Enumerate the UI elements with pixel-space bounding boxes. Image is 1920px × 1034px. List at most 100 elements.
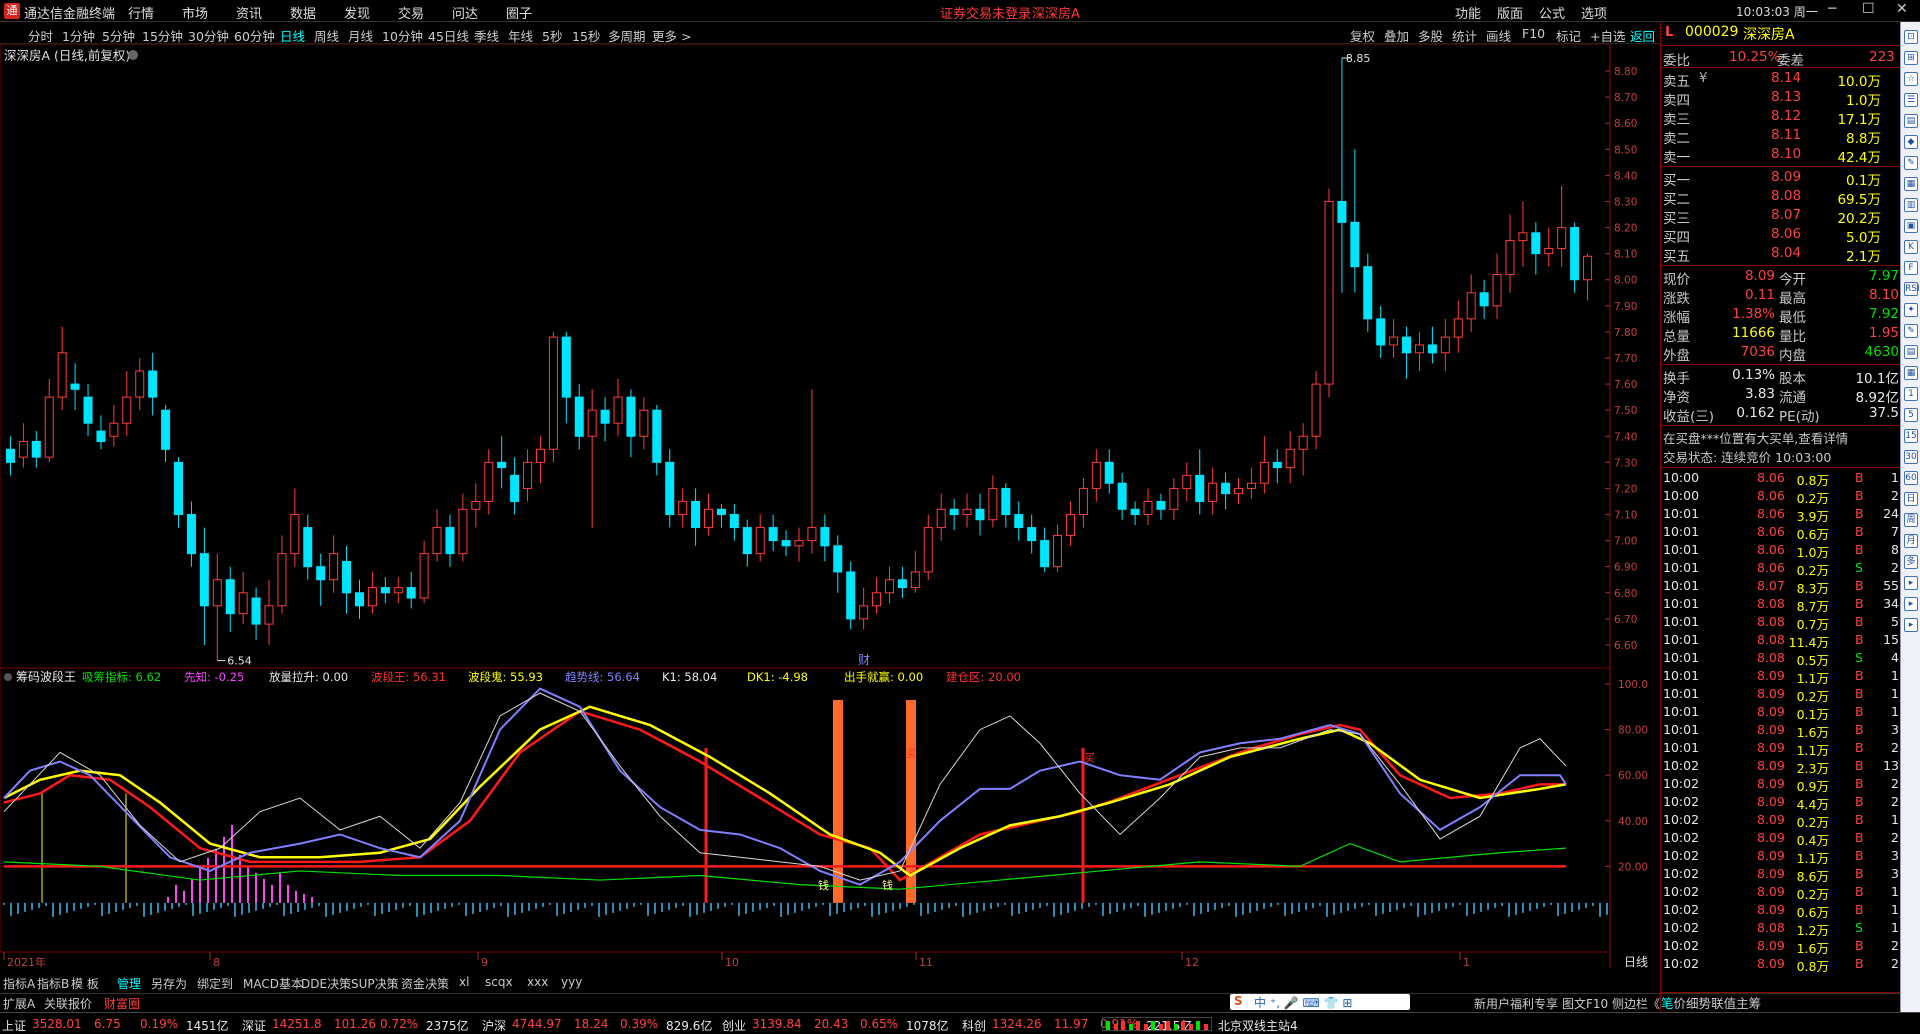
sidebar-tool-icon[interactable]: ▦ [1904, 177, 1918, 191]
sidebar-tool-icon[interactable]: ✎ [1904, 156, 1918, 170]
period-weekly[interactable]: 周线 [314, 26, 339, 45]
sidebar-tool-icon[interactable]: 5 [1904, 408, 1918, 422]
indicator-tab[interactable]: DDE决策 [301, 975, 351, 992]
server-name[interactable]: 北京双线主站4 [1218, 1017, 1298, 1034]
tool-tongji[interactable]: 统计 [1452, 26, 1477, 45]
menu-shichang[interactable]: 市场 [182, 3, 208, 22]
minimize-icon[interactable]: ─ [1828, 1, 1836, 17]
menu-shuju[interactable]: 数据 [290, 3, 316, 22]
market-breadth-icon[interactable] [1102, 1017, 1212, 1031]
indicator-tab[interactable]: xl [459, 975, 469, 989]
period-30min[interactable]: 30分钟 [188, 26, 229, 45]
tool-f10[interactable]: F10 [1522, 26, 1545, 41]
index-label[interactable]: 上证 [2, 1017, 26, 1034]
period-indicator[interactable]: 日线 [1624, 955, 1648, 968]
buy-order-row[interactable]: 买五 8.04 2.1万 [1661, 245, 1901, 265]
sidebar-tool-icon[interactable]: RSI [1904, 282, 1920, 296]
tool-back[interactable]: 返回 [1630, 26, 1655, 45]
tool-add-favorite[interactable]: +自选 [1590, 26, 1625, 45]
tool-huaxian[interactable]: 画线 [1486, 26, 1511, 45]
big-order-notice[interactable]: 在买盘***位置有大买单,查看详情 [1661, 428, 1901, 446]
menu-zixun[interactable]: 资讯 [236, 3, 262, 22]
sidebar-tool-icon[interactable]: ▤ [1904, 345, 1918, 359]
quote-tab[interactable]: 笔 [1661, 996, 1674, 1011]
menu-quanzi[interactable]: 圈子 [506, 3, 532, 22]
sidebar-tool-icon[interactable]: ☆ [1904, 72, 1918, 86]
sidebar-tool-icon[interactable]: 多 [1904, 555, 1918, 569]
buy-order-row[interactable]: 买一 8.09 0.1万 [1661, 169, 1901, 189]
indicator-tab[interactable]: xxx [527, 975, 548, 989]
period-15min[interactable]: 15分钟 [142, 26, 183, 45]
quote-tab[interactable]: 筹 [1749, 996, 1762, 1011]
login-warning[interactable]: 证券交易未登录 [940, 3, 1031, 22]
period-5sec[interactable]: 5秒 [542, 26, 562, 45]
sidebar-tool-icon[interactable]: 1 [1904, 387, 1918, 401]
ext-tab-caifuquan[interactable]: 财富圈 [104, 995, 140, 1012]
maximize-icon[interactable]: ☐ [1862, 1, 1875, 17]
sell-order-row[interactable]: 卖一 8.10 42.4万 [1661, 146, 1901, 166]
period-45day[interactable]: 45日线 [428, 26, 469, 45]
menu-gongshi[interactable]: 公式 [1539, 3, 1565, 22]
tool-biaoji[interactable]: 标记 [1556, 26, 1581, 45]
period-more[interactable]: 更多 > [652, 26, 691, 45]
sidebar-tool-icon[interactable]: ▸ [1904, 597, 1918, 611]
menu-jiaoyi[interactable]: 交易 [398, 3, 424, 22]
indicator-tab[interactable]: 资金决策 [401, 975, 449, 992]
menu-hangqing[interactable]: 行情 [128, 3, 154, 22]
sidebar-tool-icon[interactable]: ▦ [1904, 366, 1918, 380]
menu-banmian[interactable]: 版面 [1497, 3, 1523, 22]
sidebar-tool-icon[interactable]: 周 [1904, 513, 1918, 527]
ime-toolbar[interactable]: S 中 ⁺, 🎤 ⌨ 👕 ⊞ [1230, 994, 1410, 1010]
tool-duogu[interactable]: 多股 [1418, 26, 1443, 45]
finance-marker[interactable]: 财 [858, 653, 870, 667]
buy-order-row[interactable]: 买二 8.08 69.5万 [1661, 188, 1901, 208]
quote-tab[interactable]: 联 [1711, 996, 1724, 1011]
indicator-tab[interactable]: 指标B [37, 975, 69, 992]
sidebar-tool-icon[interactable]: 15 [1904, 429, 1918, 443]
sidebar-tool-icon[interactable]: 30 [1904, 450, 1918, 464]
kline-chart[interactable]: 深深房A (日线,前复权) 8.85 6.54 财 8.80 8.70 8.60 8.… [0, 44, 1660, 668]
chart-settings-icon[interactable] [128, 50, 138, 60]
sidebar-tool-icon[interactable]: ▤ [1904, 114, 1918, 128]
close-icon[interactable]: ✕ [1896, 1, 1908, 17]
tool-fuquan[interactable]: 复权 [1350, 26, 1375, 45]
period-60min[interactable]: 60分钟 [234, 26, 275, 45]
period-5min[interactable]: 5分钟 [102, 26, 135, 45]
sidebar-tool-icon[interactable]: ▣ [1904, 219, 1918, 233]
index-label[interactable]: 创业 [722, 1017, 746, 1034]
sidebar-tool-icon[interactable]: K [1904, 240, 1918, 254]
ext-f10[interactable]: 图文F10 [1562, 995, 1608, 1012]
sidebar-tool-icon[interactable]: ☰ [1904, 93, 1918, 107]
sell-order-row[interactable]: 卖五 ¥8.14 10.0万 [1661, 70, 1901, 90]
period-monthly[interactable]: 月线 [348, 26, 373, 45]
quote-tab[interactable]: 细 [1686, 996, 1699, 1011]
sell-order-row[interactable]: 卖二 8.11 8.8万 [1661, 127, 1901, 147]
sidebar-tool-icon[interactable]: ⊡ [1904, 30, 1918, 44]
quote-tab[interactable]: 势 [1699, 996, 1712, 1011]
indicator-tab[interactable]: SUP决策 [351, 975, 399, 992]
index-label[interactable]: 沪深 [482, 1017, 506, 1034]
index-label[interactable]: 科创 [962, 1017, 986, 1034]
buy-order-row[interactable]: 买三 8.07 20.2万 [1661, 207, 1901, 227]
buy-order-row[interactable]: 买四 8.06 5.0万 [1661, 226, 1901, 246]
index-label[interactable]: 深证 [242, 1017, 266, 1034]
quote-tab[interactable]: 价 [1674, 996, 1687, 1011]
sidebar-tool-icon[interactable]: ⊞ [1904, 51, 1918, 65]
sell-order-row[interactable]: 卖三 8.12 17.1万 [1661, 108, 1901, 128]
sidebar-tool-icon[interactable]: 60 [1904, 471, 1918, 485]
period-yearly[interactable]: 年线 [508, 26, 533, 45]
quote-tab[interactable]: 主 [1736, 996, 1749, 1011]
period-15sec[interactable]: 15秒 [572, 26, 600, 45]
indicator-tab[interactable]: 绑定到 [197, 975, 233, 992]
indicator-settings-icon[interactable] [4, 673, 12, 681]
sidebar-tool-icon[interactable]: ✎ [1904, 324, 1918, 338]
ext-new-user[interactable]: 新用户福利专享 [1474, 995, 1558, 1012]
period-1min[interactable]: 1分钟 [62, 26, 95, 45]
ext-tab-kuozhan[interactable]: 扩展A [3, 995, 35, 1012]
indicator-tab[interactable]: MACD基本 [243, 975, 303, 992]
period-multi[interactable]: 多周期 [608, 26, 646, 45]
menu-wenda[interactable]: 问达 [452, 3, 478, 22]
ext-sidebar-toggle[interactable]: 侧边栏《 [1612, 995, 1660, 1012]
period-daily[interactable]: 日线 [280, 26, 305, 45]
sidebar-tool-icon[interactable]: F [1904, 261, 1918, 275]
